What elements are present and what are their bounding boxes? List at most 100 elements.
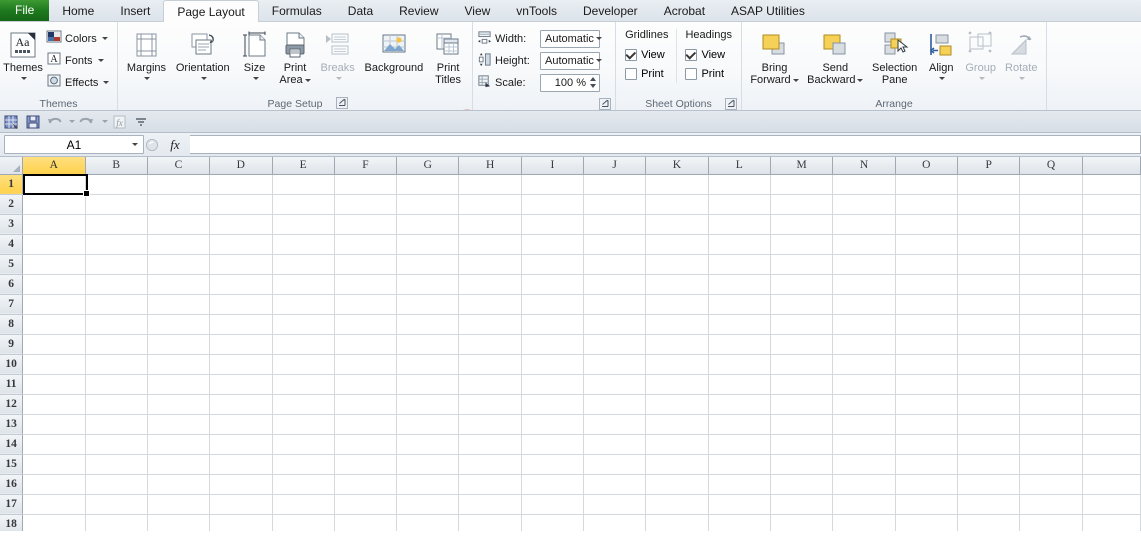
cell-I7[interactable] xyxy=(521,294,585,315)
cell-Q17[interactable] xyxy=(1019,494,1083,515)
cell-M2[interactable] xyxy=(770,194,834,215)
cell-Q1[interactable] xyxy=(1019,174,1083,195)
cell-H1[interactable] xyxy=(458,174,522,195)
cell-B18[interactable] xyxy=(85,514,148,531)
cell-K17[interactable] xyxy=(645,494,709,515)
cell-N5[interactable] xyxy=(832,254,896,275)
cell-I1[interactable] xyxy=(521,174,585,195)
cell-D16[interactable] xyxy=(209,474,273,495)
tab-review[interactable]: Review xyxy=(386,1,451,21)
cell-J7[interactable] xyxy=(583,294,647,315)
cell-C3[interactable] xyxy=(147,214,211,235)
headings-print-checkbox-row[interactable]: Print xyxy=(685,64,731,83)
scale-height-combo[interactable]: Automatic xyxy=(540,51,602,70)
cell-D7[interactable] xyxy=(209,294,273,315)
cell-Q11[interactable] xyxy=(1019,374,1083,395)
cell-H2[interactable] xyxy=(458,194,522,215)
cell-M18[interactable] xyxy=(770,514,834,531)
cell-O16[interactable] xyxy=(895,474,959,495)
cell-partial-5[interactable] xyxy=(1082,254,1141,275)
cell-Q10[interactable] xyxy=(1019,354,1083,375)
row-header-10[interactable]: 10 xyxy=(0,354,24,375)
cell-A1[interactable] xyxy=(22,174,86,195)
cell-I5[interactable] xyxy=(521,254,585,275)
cell-partial-11[interactable] xyxy=(1082,374,1141,395)
cell-P8[interactable] xyxy=(957,314,1021,335)
cell-B14[interactable] xyxy=(85,434,148,455)
cell-O10[interactable] xyxy=(895,354,959,375)
cell-A16[interactable] xyxy=(22,474,86,495)
cell-L15[interactable] xyxy=(708,454,771,475)
cell-K18[interactable] xyxy=(645,514,709,531)
print-titles-button[interactable]: Print Titles xyxy=(428,27,468,87)
excel-app-icon[interactable] xyxy=(3,113,21,131)
cell-J12[interactable] xyxy=(583,394,647,415)
cell-F4[interactable] xyxy=(334,234,398,255)
theme-effects-caret[interactable] xyxy=(103,81,110,84)
cell-M10[interactable] xyxy=(770,354,834,375)
cell-C17[interactable] xyxy=(147,494,211,515)
cell-A3[interactable] xyxy=(22,214,86,235)
cell-E15[interactable] xyxy=(272,454,335,475)
cell-partial-14[interactable] xyxy=(1082,434,1141,455)
cell-C2[interactable] xyxy=(147,194,211,215)
cell-C11[interactable] xyxy=(147,374,211,395)
cell-H5[interactable] xyxy=(458,254,522,275)
cell-J18[interactable] xyxy=(583,514,647,531)
cell-N15[interactable] xyxy=(832,454,896,475)
cell-K4[interactable] xyxy=(645,234,709,255)
cell-G2[interactable] xyxy=(396,194,460,215)
gridlines-print-checkbox-row[interactable]: Print xyxy=(625,64,668,83)
row-header-6[interactable]: 6 xyxy=(0,274,24,295)
column-header-O[interactable]: O xyxy=(895,157,959,175)
tab-page-layout[interactable]: Page Layout xyxy=(163,0,259,22)
cell-L14[interactable] xyxy=(708,434,771,455)
cell-Q5[interactable] xyxy=(1019,254,1083,275)
cell-I8[interactable] xyxy=(521,314,585,335)
select-all-corner[interactable] xyxy=(0,157,24,175)
cell-M14[interactable] xyxy=(770,434,834,455)
cell-M9[interactable] xyxy=(770,334,834,355)
cell-J6[interactable] xyxy=(583,274,647,295)
cell-M8[interactable] xyxy=(770,314,834,335)
cell-K3[interactable] xyxy=(645,214,709,235)
cell-A2[interactable] xyxy=(22,194,86,215)
cell-F17[interactable] xyxy=(334,494,398,515)
cell-C6[interactable] xyxy=(147,274,211,295)
cell-E1[interactable] xyxy=(272,174,335,195)
cell-F1[interactable] xyxy=(334,174,398,195)
cell-J17[interactable] xyxy=(583,494,647,515)
cell-H10[interactable] xyxy=(458,354,522,375)
cell-E11[interactable] xyxy=(272,374,335,395)
theme-effects-button[interactable]: Effects xyxy=(42,72,113,93)
cell-G7[interactable] xyxy=(396,294,460,315)
page-setup-dialog-launcher[interactable] xyxy=(336,97,348,109)
cell-partial-2[interactable] xyxy=(1082,194,1141,215)
cell-J15[interactable] xyxy=(583,454,647,475)
formula-bar-expand[interactable] xyxy=(144,133,160,156)
calculate-icon[interactable]: fx xyxy=(111,113,129,131)
cell-E13[interactable] xyxy=(272,414,335,435)
cell-E7[interactable] xyxy=(272,294,335,315)
redo-dropdown-caret[interactable] xyxy=(99,113,108,131)
cell-G11[interactable] xyxy=(396,374,460,395)
row-header-1[interactable]: 1 xyxy=(0,174,24,195)
bring-forward-button[interactable]: Bring Forward xyxy=(746,27,803,87)
cell-N13[interactable] xyxy=(832,414,896,435)
cell-B1[interactable] xyxy=(85,174,148,195)
cell-B9[interactable] xyxy=(85,334,148,355)
cell-C5[interactable] xyxy=(147,254,211,275)
cell-partial-9[interactable] xyxy=(1082,334,1141,355)
tab-insert[interactable]: Insert xyxy=(107,1,163,21)
cell-J1[interactable] xyxy=(583,174,647,195)
cell-B12[interactable] xyxy=(85,394,148,415)
cell-B6[interactable] xyxy=(85,274,148,295)
cell-partial-4[interactable] xyxy=(1082,234,1141,255)
cell-D6[interactable] xyxy=(209,274,273,295)
theme-fonts-caret[interactable] xyxy=(97,59,104,62)
undo-dropdown-caret[interactable] xyxy=(66,113,75,131)
cell-J3[interactable] xyxy=(583,214,647,235)
cell-I9[interactable] xyxy=(521,334,585,355)
cell-E2[interactable] xyxy=(272,194,335,215)
tab-view[interactable]: View xyxy=(452,1,504,21)
